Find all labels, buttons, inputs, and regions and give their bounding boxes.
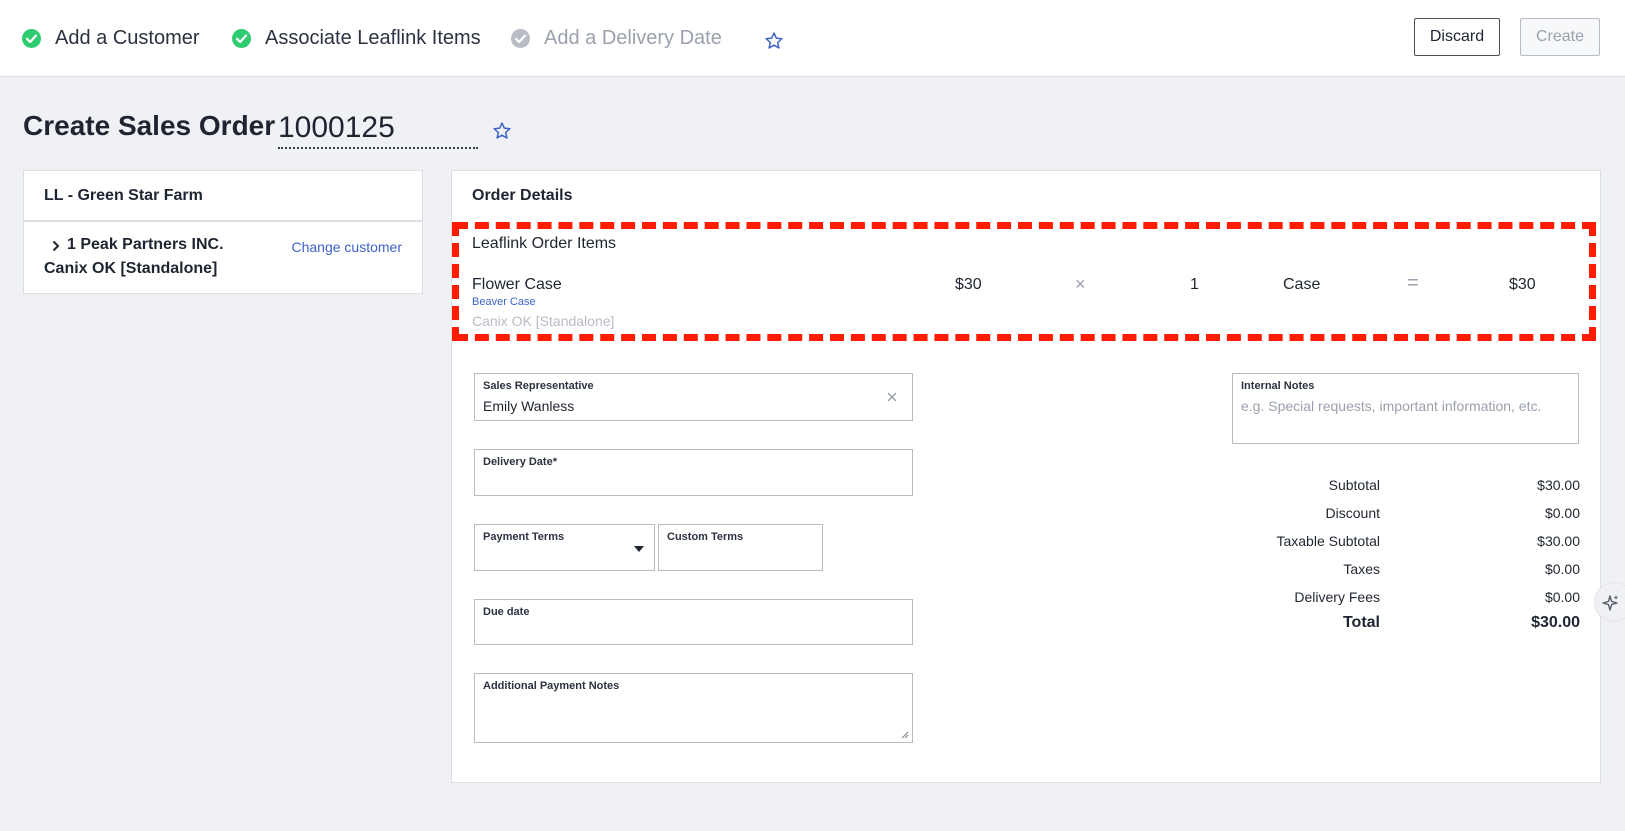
subtotal-value: $30.00 (1537, 477, 1580, 493)
step-label: Add a Customer (55, 26, 200, 49)
subtotal-label: Subtotal (1328, 477, 1380, 493)
step-label: Add a Delivery Date (544, 26, 722, 49)
payment-terms-label: Payment Terms (483, 531, 565, 543)
wizard-header: Add a Customer Associate Leaflink Items … (0, 0, 1625, 77)
taxable-subtotal-label: Taxable Subtotal (1276, 533, 1380, 549)
customer-name: 1 Peak Partners INC. (67, 236, 224, 253)
sales-rep-value: Emily Wanless (483, 398, 575, 414)
caret-down-icon (634, 546, 644, 552)
due-date-field[interactable]: Due date (474, 599, 913, 645)
total-value: $30.00 (1531, 614, 1580, 631)
discard-button[interactable]: Discard (1414, 18, 1500, 56)
check-circle-icon (232, 28, 251, 48)
delivery-date-field[interactable]: Delivery Date* (474, 449, 913, 496)
sales-rep-label: Sales Representative (483, 380, 594, 392)
highlight-box (454, 222, 1596, 341)
check-circle-icon (22, 28, 41, 48)
close-icon[interactable] (887, 392, 897, 402)
star-outline-icon[interactable] (764, 31, 784, 51)
custom-terms-label: Custom Terms (667, 531, 744, 543)
delivery-date-label: Delivery Date* (483, 456, 557, 468)
custom-terms-field[interactable]: Custom Terms (658, 524, 823, 571)
customer-subtitle: Canix OK [Standalone] (44, 260, 218, 277)
star-outline-icon[interactable] (492, 121, 512, 141)
delivery-fees-label: Delivery Fees (1294, 589, 1380, 605)
internal-notes-placeholder: e.g. Special requests, important informa… (1241, 398, 1542, 414)
total-label: Total (1342, 614, 1380, 631)
internal-notes-label: Internal Notes (1241, 380, 1315, 392)
resize-handle-icon[interactable] (901, 731, 909, 739)
customer-card-header: LL - Green Star Farm (44, 187, 203, 204)
create-button[interactable]: Create (1520, 18, 1600, 56)
step-add-customer[interactable]: Add a Customer (22, 24, 200, 52)
check-circle-icon (511, 28, 530, 48)
delivery-fees-value: $0.00 (1544, 589, 1580, 605)
additional-payment-notes-field[interactable]: Additional Payment Notes (474, 673, 913, 743)
order-number-input[interactable]: 1000125 (278, 111, 478, 149)
additional-notes-label: Additional Payment Notes (483, 680, 620, 692)
change-customer-link[interactable]: Change customer (291, 239, 402, 255)
due-date-label: Due date (483, 606, 530, 618)
payment-terms-select[interactable]: Payment Terms (474, 524, 655, 571)
taxable-subtotal-value: $30.00 (1537, 533, 1580, 549)
page-title: Create Sales Order (23, 110, 276, 141)
divider (24, 220, 422, 222)
highlight-box-left-edge (452, 222, 459, 341)
internal-notes-field[interactable]: Internal Notes e.g. Special requests, im… (1232, 373, 1579, 444)
sparkle-icon (1602, 595, 1619, 611)
order-details-header: Order Details (472, 187, 573, 204)
taxes-value: $0.00 (1544, 561, 1580, 577)
discount-label: Discount (1325, 505, 1380, 521)
chevron-right-icon[interactable] (51, 240, 61, 252)
step-label: Associate Leaflink Items (265, 26, 481, 49)
discount-value: $0.00 (1544, 505, 1580, 521)
customer-card: LL - Green Star Farm 1 Peak Partners INC… (23, 170, 423, 294)
taxes-label: Taxes (1343, 561, 1380, 577)
step-delivery-date[interactable]: Add a Delivery Date (511, 24, 722, 52)
sales-rep-field[interactable]: Sales Representative Emily Wanless (474, 373, 913, 421)
step-associate-items[interactable]: Associate Leaflink Items (232, 24, 481, 52)
